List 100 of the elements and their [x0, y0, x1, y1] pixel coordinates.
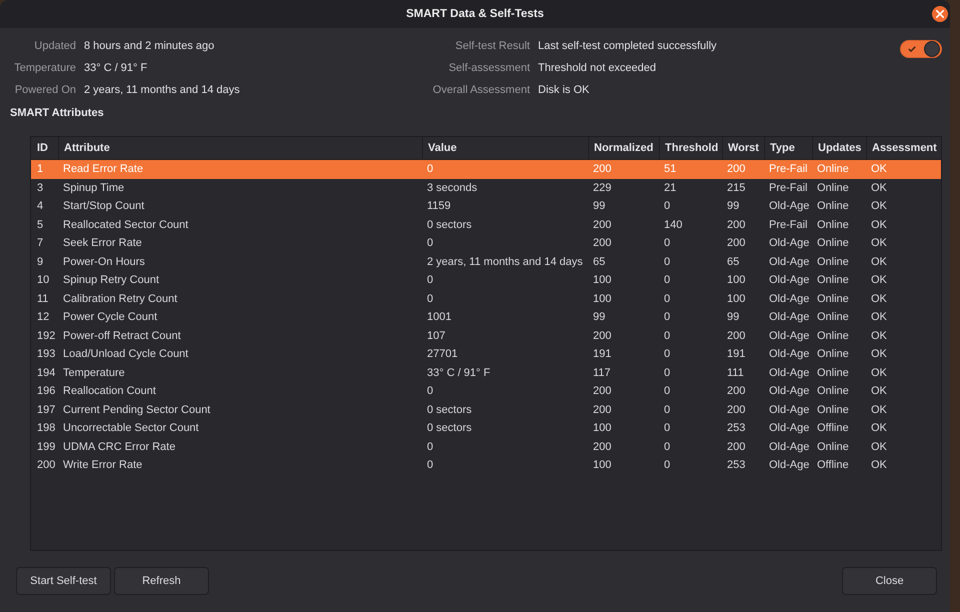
- table-cell-text: Online: [816, 162, 850, 176]
- table-row[interactable]: 9 Power-On Hours 2 years, 11 months and 14 days 65 0 65 Old-Age Online OK: [31, 252, 941, 271]
- column-header[interactable]: Normalized: [589, 137, 660, 159]
- table-row[interactable]: 7 Seek Error Rate 0 200 0 200 Old-Age Online OK: [31, 234, 941, 252]
- table-cell-text: 100: [592, 273, 612, 288]
- column-header[interactable]: ID: [31, 137, 59, 159]
- table-cell-text: 200: [592, 218, 612, 232]
- close-icon: [936, 10, 944, 18]
- table-cell-text: 200: [36, 458, 56, 472]
- table-cell-text: Online: [816, 218, 850, 232]
- column-header[interactable]: Type: [765, 137, 813, 159]
- table-cell-text: 200: [726, 384, 746, 398]
- table-row[interactable]: 193 Load/Unload Cycle Count 27701 191 0 191 Old-Age Online OK: [31, 345, 941, 364]
- table-cell-text: 0: [426, 162, 434, 176]
- close-button[interactable]: [932, 6, 948, 22]
- table-cell-text: 9: [36, 254, 44, 269]
- info-value: 33° C / 91° F: [84, 62, 148, 74]
- info-value: 8 hours and 2 minutes ago: [84, 40, 216, 52]
- table-cell-text: Write Error Rate: [62, 458, 144, 472]
- table-cell-text: 253: [726, 421, 746, 436]
- table-cell-text: 200: [726, 162, 746, 176]
- table-cell-text: 0: [663, 440, 672, 454]
- info-label: Temperature: [13, 62, 76, 74]
- dialog-button[interactable]: Close: [842, 567, 937, 595]
- table-cell-text: 100: [592, 292, 612, 306]
- table-cell-text: 117: [592, 366, 612, 380]
- column-header[interactable]: Updates: [813, 137, 867, 159]
- table-cell-text: OK: [870, 366, 888, 380]
- table-cell-text: Online: [816, 366, 850, 380]
- table-cell-text: OK: [870, 440, 888, 454]
- table-cell-text: Old-Age: [768, 328, 810, 343]
- table-cell-text: Calibration Retry Count: [62, 292, 178, 306]
- table-cell-text: Old-Age: [768, 254, 810, 269]
- table-cell-text: Reallocation Count: [62, 384, 157, 398]
- table-cell-text: Online: [816, 347, 850, 362]
- dialog-button[interactable]: Refresh: [114, 567, 209, 595]
- table-cell-text: OK: [870, 236, 888, 250]
- table-cell-text: 10: [36, 273, 50, 288]
- switch-knob[interactable]: [924, 41, 940, 57]
- table-cell-text: 1159: [426, 199, 452, 214]
- column-header[interactable]: Value: [423, 137, 589, 159]
- table-cell-text: OK: [870, 199, 888, 214]
- dialog-button[interactable]: Start Self-test: [16, 567, 111, 595]
- table-cell-text: 7: [36, 236, 44, 250]
- table-cell-text: Start/Stop Count: [62, 199, 146, 214]
- table-cell-text: 3: [36, 180, 44, 195]
- table-cell-text: Uncorrectable Sector Count: [62, 421, 200, 436]
- table-cell-text: 0: [426, 458, 434, 472]
- table-cell-text: 200: [726, 328, 746, 343]
- column-header[interactable]: Worst: [723, 137, 765, 159]
- table-cell-text: OK: [870, 162, 888, 176]
- table-cell-text: Offline: [816, 421, 850, 436]
- table-cell-text: 253: [726, 458, 746, 472]
- table-row[interactable]: 5 Reallocated Sector Count 0 sectors 200 140 200 Pre-Fail Online OK: [31, 216, 941, 234]
- table-cell-text: 0: [663, 199, 672, 214]
- table-row[interactable]: 199 UDMA CRC Error Rate 0 200 0 200 Old-Age Online OK: [31, 438, 941, 456]
- table-row[interactable]: 3 Spinup Time 3 seconds 229 21 215 Pre-Fail Online OK: [31, 178, 941, 197]
- toggle-switch[interactable]: [900, 40, 942, 58]
- table-cell-text: 4: [36, 199, 44, 214]
- table-cell-text: 107: [426, 328, 446, 343]
- window-title: SMART Data & Self-Tests: [406, 8, 544, 20]
- table-row[interactable]: 194 Temperature 33° C / 91° F 117 0 111 Old-Age Online OK: [31, 364, 941, 382]
- table-cell-text: 200: [726, 402, 746, 417]
- table-cell-text: UDMA CRC Error Rate: [62, 440, 176, 454]
- table-row[interactable]: 10 Spinup Retry Count 0 100 0 100 Old-Age Online OK: [31, 271, 941, 290]
- table-cell-text: Online: [816, 328, 850, 343]
- table-cell-text: Old-Age: [768, 458, 810, 472]
- table-row[interactable]: 196 Reallocation Count 0 200 0 200 Old-Age Online OK: [31, 382, 941, 400]
- table-cell-text: 200: [592, 236, 612, 250]
- table-cell-text: Online: [816, 310, 850, 324]
- table-cell-text: Old-Age: [768, 273, 810, 288]
- table-cell-text: Online: [816, 236, 850, 250]
- column-header[interactable]: Threshold: [660, 137, 723, 159]
- table-cell-text: Online: [816, 402, 850, 417]
- table-cell-text: 191: [726, 347, 746, 362]
- table-row[interactable]: 12 Power Cycle Count 1001 99 0 99 Old-Age Online OK: [31, 308, 941, 326]
- table-cell-text: Offline: [816, 458, 850, 472]
- table-row[interactable]: 11 Calibration Retry Count 0 100 0 100 Old-Age Online OK: [31, 290, 941, 308]
- table-row[interactable]: 4 Start/Stop Count 1159 99 0 99 Old-Age Online OK: [31, 197, 941, 216]
- table-cell-text: OK: [870, 180, 888, 195]
- table-row[interactable]: 200 Write Error Rate 0 100 0 253 Old-Age Offline OK: [31, 456, 941, 474]
- table-cell-text: 0: [663, 273, 672, 288]
- table-cell-text: Online: [816, 292, 850, 306]
- table-cell-text: Pre-Fail: [768, 162, 809, 176]
- table-cell-text: 200: [726, 440, 746, 454]
- table-cell-text: OK: [870, 402, 888, 417]
- info-label: Updated: [33, 40, 76, 52]
- table-row[interactable]: 192 Power-off Retract Count 107 200 0 200 Old-Age Online OK: [31, 326, 941, 345]
- table-cell-text: 0: [426, 273, 434, 288]
- column-header[interactable]: Attribute: [59, 137, 423, 159]
- table-cell-text: 229: [592, 180, 612, 195]
- table-cell-text: 11: [36, 292, 50, 306]
- table-cell-text: Online: [816, 384, 850, 398]
- table-cell-text: 0 sectors: [426, 421, 473, 436]
- table-row[interactable]: 197 Current Pending Sector Count 0 sectors 200 0 200 Old-Age Online OK: [31, 400, 941, 419]
- column-header[interactable]: Assessment: [867, 137, 941, 159]
- table-row[interactable]: 198 Uncorrectable Sector Count 0 sectors 100 0 253 Old-Age Offline OK: [31, 419, 941, 438]
- info-label: Self-assessment: [448, 62, 530, 74]
- table-cell-text: 0: [663, 421, 672, 436]
- table-cell-text: 65: [726, 254, 740, 269]
